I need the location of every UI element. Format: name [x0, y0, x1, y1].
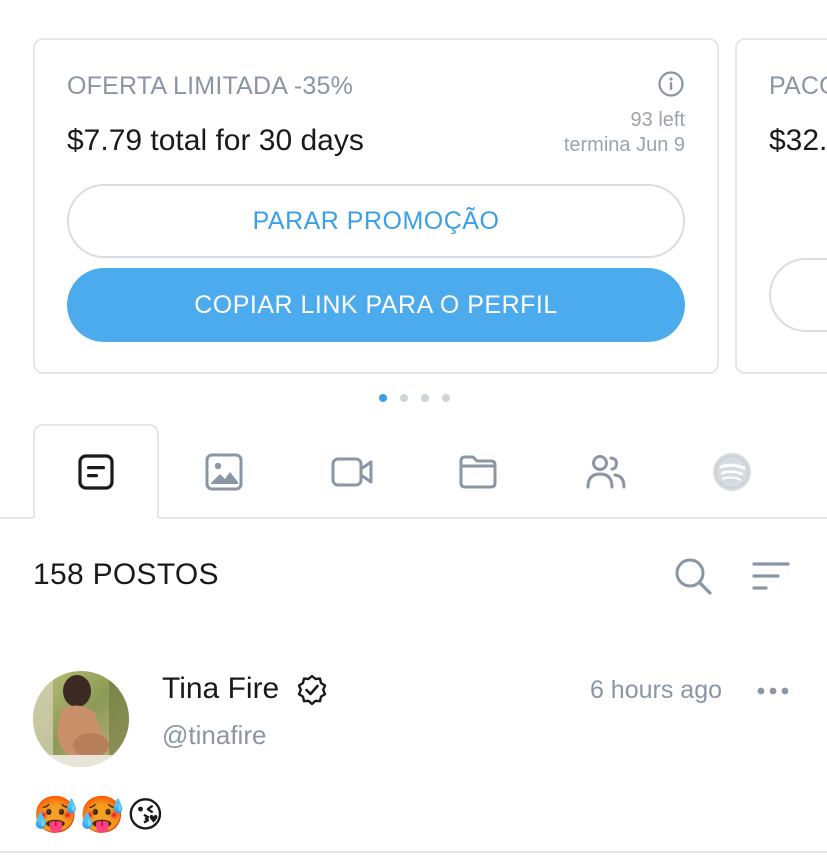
more-options-icon[interactable]	[756, 680, 790, 702]
tab-videos[interactable]	[289, 424, 415, 519]
post-text: 🥵🥵😘	[33, 795, 167, 836]
image-icon	[205, 453, 243, 490]
promo-card-next[interactable]: PACO $32.	[735, 38, 827, 374]
tab-friends[interactable]	[543, 424, 669, 519]
post-timestamp: 6 hours ago	[589, 676, 722, 704]
carousel-pagination	[379, 394, 450, 402]
pagination-dot[interactable]	[421, 394, 429, 402]
tab-collections[interactable]	[415, 424, 541, 519]
promo-price: $7.79 total for 30 days	[67, 124, 364, 157]
promo-price: $32.	[769, 124, 827, 157]
tab-spotify[interactable]	[669, 424, 795, 519]
info-icon[interactable]	[657, 70, 685, 98]
tab-posts[interactable]	[33, 424, 159, 519]
pagination-dot[interactable]	[400, 394, 408, 402]
promo-end-date: termina Jun 9	[563, 134, 685, 156]
promo-meta: 93 left termina Jun 9	[564, 108, 685, 158]
tab-photos[interactable]	[161, 424, 287, 519]
promo-kicker: OFERTA LIMITADA -35%	[67, 72, 354, 100]
spotify-icon	[713, 452, 751, 491]
promo-kicker: PACO	[769, 72, 827, 100]
search-icon[interactable]	[672, 555, 714, 597]
verified-badge-icon	[297, 674, 327, 706]
author-handle[interactable]: @tinafire	[162, 720, 266, 751]
promo-card: OFERTA LIMITADA -35% $7.79 total for 30 …	[33, 38, 719, 374]
pagination-dot[interactable]	[442, 394, 450, 402]
pagination-dot[interactable]	[379, 394, 387, 402]
posts-count: 158 POSTOS	[33, 558, 219, 591]
posts-icon	[78, 453, 114, 490]
promo-remaining: 93 left	[630, 109, 685, 131]
users-icon	[586, 454, 626, 488]
stop-promotion-button[interactable]: PARAR PROMOÇÃO	[67, 184, 685, 258]
copy-profile-link-button[interactable]: COPIAR LINK PARA O PERFIL	[67, 268, 685, 342]
promo-action-button[interactable]	[769, 258, 827, 332]
profile-tabs	[0, 424, 827, 519]
sort-icon[interactable]	[750, 555, 792, 597]
profile-page: OFERTA LIMITADA -35% $7.79 total for 30 …	[0, 0, 827, 863]
author-name[interactable]: Tina Fire	[162, 672, 279, 706]
avatar[interactable]	[33, 671, 129, 767]
divider	[0, 851, 827, 853]
video-icon	[331, 457, 373, 486]
folder-icon	[459, 455, 497, 488]
